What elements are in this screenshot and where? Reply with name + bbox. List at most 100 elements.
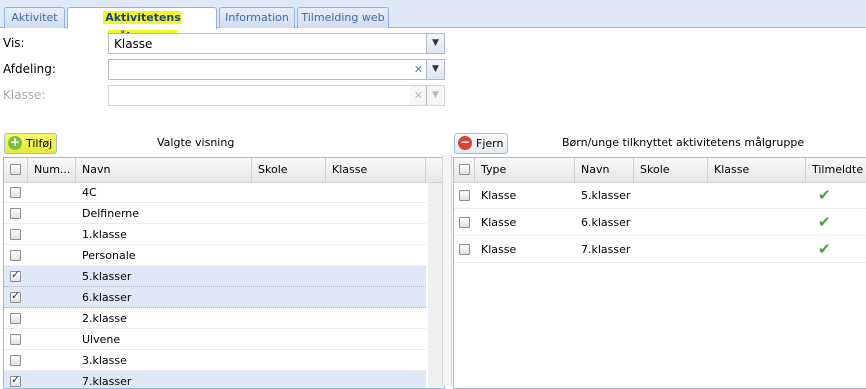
checkbox-icon [10,373,21,387]
table-row[interactable]: 4C [4,182,426,203]
table-row[interactable]: 1.klasse [4,224,426,245]
cell-navn: Delfinerne [82,206,140,220]
left-grid: Num... Navn Skole Klasse 4C Delfinerne 1.k… [3,157,445,389]
col-num[interactable]: Num... [28,158,76,182]
checkbox-icon [459,189,470,201]
row-checkbox[interactable] [4,308,28,328]
checkmark-icon: ✔ [818,240,831,258]
tab-tilmelding-web[interactable]: Tilmelding web [297,7,389,28]
remove-button[interactable]: − Fjern [454,133,509,154]
klasse-label: Klasse: [3,88,46,102]
table-row[interactable]: 2.klasse [4,308,426,329]
col-skole[interactable]: Skole [252,158,326,182]
table-row[interactable]: 7.klasser [4,371,426,388]
cell-navn: Ulvene [82,332,121,346]
chevron-down-icon: ▼ [426,86,444,105]
right-panel-title: Børn/unge tilknyttet aktivitetens målgru… [562,136,805,149]
cell-navn: 5.klasser [82,269,132,283]
chevron-down-icon[interactable]: ▼ [426,60,444,79]
right-grid-header: Type Navn Skole Klasse Tilmeldte [454,158,866,183]
cell-navn: 2.klasse [82,311,127,325]
remove-button-label: Fjern [476,137,504,150]
checkbox-icon [10,354,21,366]
checkbox-icon [10,207,21,219]
checkbox-icon [10,312,21,324]
klasse-select: ✕ ▼ [108,85,445,106]
row-checkbox[interactable] [4,287,28,307]
afdeling-label: Afdeling: [3,62,56,76]
checkbox-icon [10,186,21,198]
table-row[interactable]: 3.klasse [4,350,426,371]
vis-value: Klasse [114,37,153,51]
col-navn[interactable]: Navn [575,158,634,182]
cell-navn: 6.klasser [581,215,631,229]
cell-navn: 1.klasse [82,227,127,241]
cell-tilmeldt: ✔ [812,182,852,208]
col-type[interactable]: Type [475,158,575,182]
col-klasse[interactable]: Klasse [326,158,426,182]
row-checkbox[interactable] [4,371,28,388]
checkbox-icon [10,228,21,240]
chevron-down-icon[interactable]: ▼ [426,34,444,53]
checkbox-icon [10,249,21,261]
cell-type: Klasse [481,188,517,202]
col-navn[interactable]: Navn [76,158,252,182]
cell-navn: 5.klasser [581,188,631,202]
checkbox-icon [459,243,470,255]
select-all-checkbox[interactable] [4,158,28,182]
table-row[interactable]: Personale [4,245,426,266]
add-icon: + [8,135,22,150]
left-panel-title: Valgte visning [157,136,235,149]
afdeling-select[interactable]: ✕ ▼ [108,59,445,80]
checkbox-icon [10,164,21,175]
add-button-label: Tilføj [26,137,53,150]
checkbox-icon [459,164,470,175]
table-row[interactable]: Klasse 5.klasser ✔ [454,182,866,209]
cell-navn: 7.klasser [82,374,132,388]
cell-navn: 3.klasse [82,353,127,367]
clear-icon[interactable]: ✕ [410,60,427,79]
cell-tilmeldt: ✔ [812,209,852,235]
checkbox-icon [10,268,21,282]
checkmark-icon: ✔ [818,186,831,204]
table-row[interactable]: Klasse 6.klasser ✔ [454,209,866,236]
table-row[interactable]: 6.klasser [4,287,426,308]
table-row[interactable]: 5.klasser [4,266,426,287]
checkbox-icon [10,289,21,303]
vis-select[interactable]: Klasse ▼ [108,33,445,54]
col-tilmeldte[interactable]: Tilmeldte [806,158,866,182]
right-grid: Type Navn Skole Klasse Tilmeldte Klasse 5… [453,157,866,389]
cell-navn: 6.klasser [82,290,132,304]
row-checkbox[interactable] [454,182,475,208]
checkbox-icon [459,216,470,228]
tab-aktivitetens-malgruppe[interactable]: Aktivitetens målgruppe [67,7,217,43]
tab-aktivitet[interactable]: Aktivitet [4,7,65,28]
cell-type: Klasse [481,215,517,229]
checkmark-icon: ✔ [818,213,831,231]
row-checkbox[interactable] [4,350,28,370]
row-checkbox[interactable] [4,329,28,349]
table-row[interactable]: Ulvene [4,329,426,350]
cell-tilmeldt: ✔ [812,236,852,262]
table-row[interactable]: Delfinerne [4,203,426,224]
row-checkbox[interactable] [4,266,28,286]
left-grid-header: Num... Navn Skole Klasse [4,158,444,183]
remove-icon: − [458,135,472,150]
row-checkbox[interactable] [4,224,28,244]
col-klasse[interactable]: Klasse [708,158,806,182]
clear-icon: ✕ [410,86,427,105]
row-checkbox[interactable] [4,182,28,202]
panel-splitter[interactable] [442,155,452,386]
cell-type: Klasse [481,242,517,256]
row-checkbox[interactable] [4,245,28,265]
row-checkbox[interactable] [454,209,475,235]
col-skole[interactable]: Skole [634,158,708,182]
row-checkbox[interactable] [4,203,28,223]
select-all-checkbox[interactable] [454,158,475,182]
tab-information[interactable]: Information [219,7,295,28]
table-row[interactable]: Klasse 7.klasser ✔ [454,236,866,263]
cell-navn: 7.klasser [581,242,631,256]
row-checkbox[interactable] [454,236,475,262]
tab-bar: Aktivitet Aktivitetens målgruppe Informa… [0,0,866,43]
add-button[interactable]: + Tilføj [4,133,58,154]
